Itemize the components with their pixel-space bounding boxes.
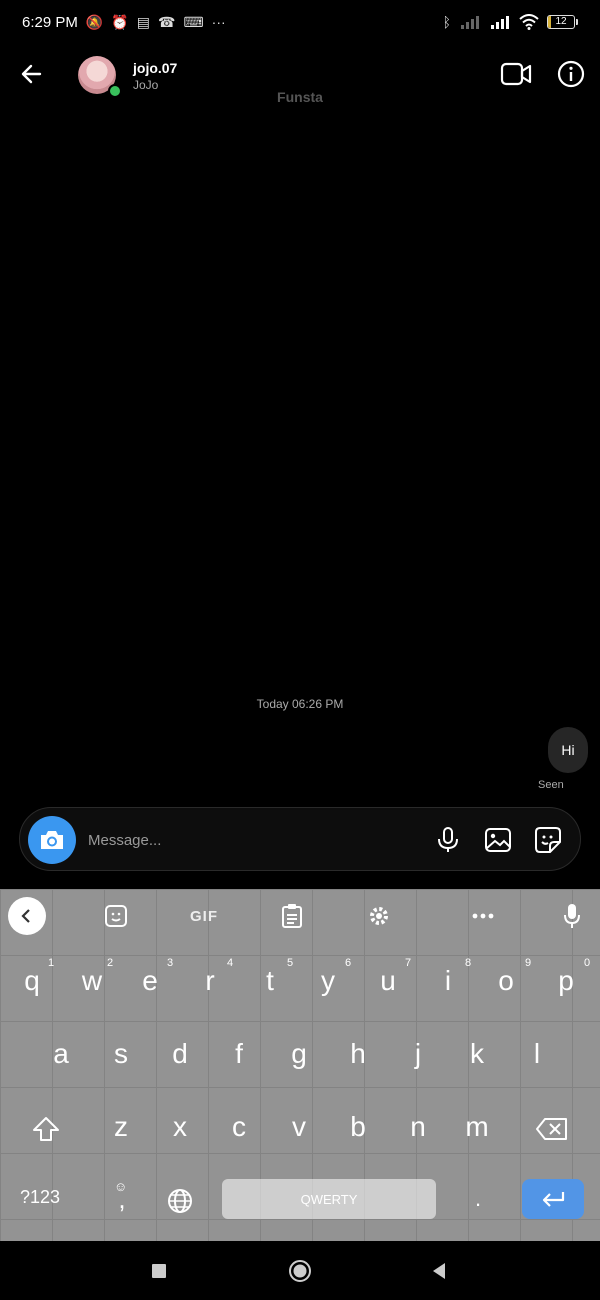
- key-hint-4: 4: [227, 957, 234, 969]
- enter-icon: [542, 1192, 565, 1207]
- battery-fill: [548, 16, 552, 28]
- globe-icon: [168, 1188, 192, 1213]
- back-nav-button[interactable]: [427, 1259, 451, 1283]
- language-key[interactable]: [152, 1169, 208, 1229]
- key-hint-0: 0: [584, 957, 591, 969]
- microphone-button[interactable]: [434, 826, 462, 854]
- message-bubble[interactable]: Hi: [548, 727, 588, 773]
- key-j[interactable]: j: [390, 1024, 446, 1084]
- back-button[interactable]: [18, 60, 46, 88]
- notes-icon: ▤: [136, 13, 150, 30]
- keyboard: GIF q w e r t y u i o p 1 2 3 4 5 6 7 8: [0, 889, 600, 1241]
- keyboard-icon: ⌨: [183, 13, 204, 30]
- key-c[interactable]: c: [211, 1097, 267, 1157]
- chat-title: Funsta: [277, 89, 323, 105]
- key-hint-7: 7: [405, 957, 412, 969]
- bluetooth-icon: ᛒ: [442, 14, 451, 30]
- seen-status: Seen: [538, 779, 564, 791]
- key-n[interactable]: n: [390, 1097, 446, 1157]
- key-s[interactable]: s: [93, 1024, 149, 1084]
- chevron-left-icon: [21, 909, 30, 923]
- more-notifications-icon: ···: [211, 14, 226, 30]
- key-comma[interactable]: ,: [94, 1169, 150, 1229]
- clipboard-icon: [282, 904, 302, 928]
- missed-call-icon: ☎: [157, 13, 176, 30]
- status-left: 6:29 PM 🔕 ⏰ ▤ ☎ ⌨ ···: [22, 14, 226, 31]
- no-signal-icon: [461, 16, 479, 29]
- more-icon: [472, 913, 494, 919]
- key-period[interactable]: .: [450, 1169, 506, 1229]
- key-a[interactable]: a: [33, 1024, 89, 1084]
- key-hint-3: 3: [167, 957, 174, 969]
- home-button[interactable]: [288, 1259, 312, 1283]
- microphone-icon: [564, 904, 580, 928]
- enter-key[interactable]: [522, 1179, 584, 1219]
- status-bar: 6:29 PM 🔕 ⏰ ▤ ☎ ⌨ ··· ᛒ 12: [0, 0, 600, 44]
- key-hint-9: 9: [525, 957, 532, 969]
- symbols-key[interactable]: ?123: [20, 1187, 60, 1208]
- keyboard-more-button[interactable]: [469, 902, 497, 930]
- gif-button[interactable]: GIF: [186, 902, 222, 930]
- voice-input-button[interactable]: [558, 902, 586, 930]
- battery-percent: 12: [555, 16, 567, 27]
- gear-icon: [370, 907, 388, 925]
- sticker-button[interactable]: [534, 826, 562, 854]
- video-call-button[interactable]: [500, 61, 532, 87]
- key-x[interactable]: x: [152, 1097, 208, 1157]
- backspace-icon: [536, 1117, 567, 1140]
- alarm-icon: ⏰: [111, 13, 129, 30]
- gallery-button[interactable]: [484, 826, 512, 854]
- camera-icon: [41, 831, 63, 849]
- key-v[interactable]: v: [271, 1097, 327, 1157]
- space-key[interactable]: QWERTY: [222, 1179, 436, 1219]
- signal-icon: [491, 16, 509, 29]
- battery-icon: 12: [547, 15, 578, 29]
- message-timestamp: Today 06:26 PM: [256, 697, 344, 711]
- emoji-sticker-button[interactable]: [102, 902, 130, 930]
- keyboard-settings-button[interactable]: [365, 902, 393, 930]
- key-hint-1: 1: [48, 957, 55, 969]
- key-m[interactable]: m: [449, 1097, 505, 1157]
- key-z[interactable]: z: [93, 1097, 149, 1157]
- key-d[interactable]: d: [152, 1024, 208, 1084]
- user-name[interactable]: jojo.07: [133, 60, 177, 76]
- key-g[interactable]: g: [271, 1024, 327, 1084]
- key-hint-6: 6: [345, 957, 352, 969]
- keyboard-toolbar: GIF: [0, 889, 600, 943]
- emoji-hint-icon: ☺: [114, 1179, 128, 1194]
- sticker-smile-icon: [105, 905, 127, 927]
- gif-label: GIF: [190, 907, 218, 925]
- clipboard-button[interactable]: [278, 902, 306, 930]
- camera-button[interactable]: [28, 816, 76, 864]
- shift-key[interactable]: [18, 1097, 74, 1157]
- info-button[interactable]: [557, 60, 585, 88]
- message-composer: [19, 807, 581, 871]
- key-k[interactable]: k: [449, 1024, 505, 1084]
- key-h[interactable]: h: [330, 1024, 386, 1084]
- status-time: 6:29 PM: [22, 13, 78, 31]
- keyboard-collapse-button[interactable]: [8, 897, 46, 935]
- system-navigation-bar: [0, 1241, 600, 1300]
- key-hint-8: 8: [465, 957, 472, 969]
- message-input[interactable]: [88, 828, 418, 852]
- muted-bell-icon: 🔕: [85, 13, 104, 30]
- key-hint-5: 5: [287, 957, 294, 969]
- key-l[interactable]: l: [509, 1024, 565, 1084]
- key-hint-2: 2: [107, 957, 114, 969]
- status-right: ᛒ 12: [443, 14, 578, 30]
- wifi-icon: [519, 14, 539, 30]
- backspace-key[interactable]: [524, 1097, 580, 1157]
- shift-icon: [33, 1116, 59, 1141]
- recents-button[interactable]: [147, 1259, 171, 1283]
- key-f[interactable]: f: [211, 1024, 267, 1084]
- key-b[interactable]: b: [330, 1097, 386, 1157]
